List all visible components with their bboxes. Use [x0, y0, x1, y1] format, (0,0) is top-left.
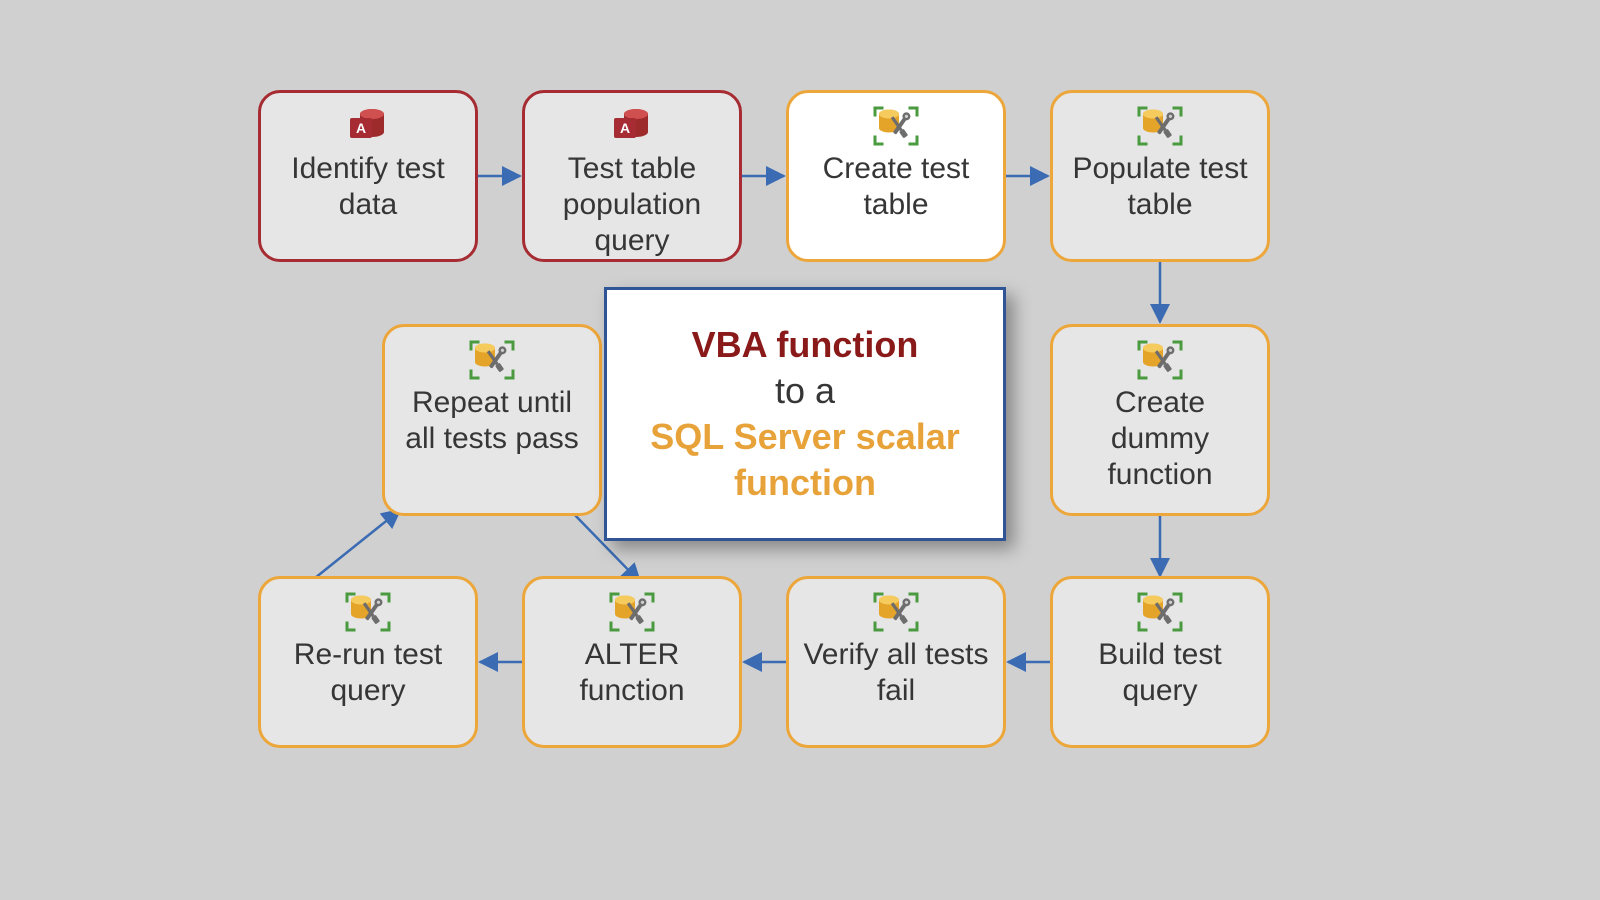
node-populate-test-table: Populate test table — [1050, 90, 1270, 262]
node-label: Create dummy function — [1053, 385, 1267, 493]
sql-tools-icon — [871, 103, 921, 149]
access-icon: A — [610, 103, 654, 149]
center-line-1: VBA function — [692, 322, 919, 368]
sql-tools-icon — [343, 589, 393, 635]
node-label: Build test query — [1053, 637, 1267, 709]
node-alter-function: ALTER function — [522, 576, 742, 748]
node-build-test-query: Build test query — [1050, 576, 1270, 748]
node-label: Populate test table — [1053, 151, 1267, 223]
sql-tools-icon — [871, 589, 921, 635]
sql-tools-icon — [1135, 103, 1185, 149]
sql-tools-icon — [1135, 589, 1185, 635]
node-verify-all-tests-fail: Verify all tests fail — [786, 576, 1006, 748]
diagram-stage: A Identify test data A Test table popula… — [0, 0, 1600, 900]
node-label: Verify all tests fail — [789, 637, 1003, 709]
node-create-dummy-function: Create dummy function — [1050, 324, 1270, 516]
node-test-table-population-query: A Test table population query — [522, 90, 742, 262]
node-create-test-table: Create test table — [786, 90, 1006, 262]
node-label: Create test table — [789, 151, 1003, 223]
node-label: Identify test data — [261, 151, 475, 223]
node-identify-test-data: A Identify test data — [258, 90, 478, 262]
access-icon: A — [346, 103, 390, 149]
center-line-2: to a — [775, 368, 835, 414]
node-label: Re-run test query — [261, 637, 475, 709]
node-rerun-test-query: Re-run test query — [258, 576, 478, 748]
center-title-card: VBA function to a SQL Server scalar func… — [604, 287, 1006, 541]
svg-text:A: A — [356, 120, 366, 136]
center-line-3: SQL Server scalar function — [621, 414, 989, 506]
svg-text:A: A — [620, 120, 630, 136]
node-label: Test table population query — [525, 151, 739, 259]
sql-tools-icon — [1135, 337, 1185, 383]
sql-tools-icon — [607, 589, 657, 635]
node-label: ALTER function — [525, 637, 739, 709]
node-repeat-until-all-tests-pass: Repeat until all tests pass — [382, 324, 602, 516]
node-label: Repeat until all tests pass — [385, 385, 599, 457]
sql-tools-icon — [467, 337, 517, 383]
